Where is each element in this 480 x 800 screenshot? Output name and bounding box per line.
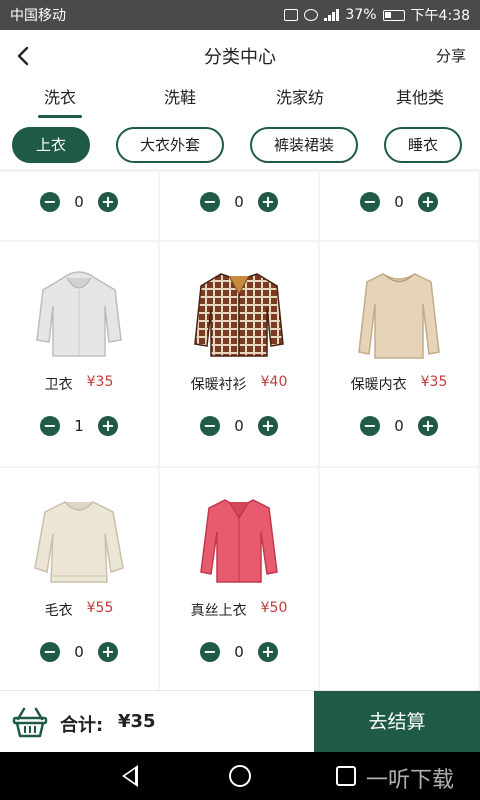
hoodie-image — [36, 271, 122, 357]
silk-blouse-image — [200, 499, 278, 583]
checkout-button[interactable]: 去结算 — [314, 691, 480, 753]
product-name: 保暖衬衫 — [190, 377, 247, 393]
quantity-value: 0 — [74, 643, 84, 661]
status-bar: 中国移动 37% 下午4:38 — [0, 0, 480, 30]
cart-bar: 合计: ¥35 去结算 — [0, 690, 480, 753]
product-name: 卫衣 — [44, 377, 73, 393]
quantity-stepper: − 0 + — [0, 640, 158, 664]
tab-wash-shoes[interactable]: 洗鞋 — [120, 82, 240, 120]
chevron-left-icon — [17, 46, 29, 66]
increase-button[interactable]: + — [258, 192, 278, 212]
page-title: 分类中心 — [204, 47, 276, 68]
tab-other[interactable]: 其他类 — [360, 82, 480, 120]
chip-pajamas[interactable]: 睡衣 — [384, 126, 463, 163]
product-name: 真丝上衣 — [190, 603, 247, 619]
nav-home-icon[interactable] — [229, 765, 251, 787]
quantity-stepper: − 0 + — [160, 414, 318, 438]
chip-coats[interactable]: 大衣外套 — [116, 126, 225, 163]
product-cell-partial: − 0 + — [320, 172, 478, 240]
product-info: 卫衣 ¥35 — [0, 374, 158, 394]
increase-button[interactable]: + — [418, 192, 438, 212]
basket-icon[interactable] — [12, 705, 48, 739]
increase-button[interactable]: + — [258, 642, 278, 662]
product-info: 真丝上衣 ¥50 — [160, 600, 318, 620]
product-card[interactable]: 保暖衬衫 ¥40 − 0 + — [160, 242, 318, 466]
chip-pants-skirts[interactable]: 裤装裙装 — [250, 126, 359, 163]
quantity-stepper: − 0 + — [320, 190, 478, 214]
quantity-value: 0 — [394, 193, 404, 211]
battery-icon — [382, 9, 405, 21]
thermal-top-image — [358, 273, 440, 359]
quantity-value: 0 — [74, 193, 84, 211]
vibrate-icon — [284, 9, 299, 21]
quantity-value: 0 — [234, 417, 244, 435]
plaid-shirt-image — [194, 273, 284, 357]
product-info: 保暖内衣 ¥35 — [320, 374, 478, 394]
product-grid: − 0 + − 0 + − 0 + 卫衣 ¥35 − 1 + 保暖衬衫 ¥40 … — [0, 172, 480, 690]
decrease-button[interactable]: − — [360, 416, 380, 436]
increase-button[interactable]: + — [98, 642, 118, 662]
nav-recents-icon[interactable] — [336, 766, 356, 786]
decrease-button[interactable]: − — [200, 416, 220, 436]
signal-icon — [324, 9, 340, 21]
decrease-button[interactable]: − — [360, 192, 380, 212]
battery-percent: 37% — [345, 7, 377, 23]
tab-wash-clothes[interactable]: 洗衣 — [0, 82, 120, 120]
quantity-value: 1 — [74, 417, 84, 435]
quantity-stepper: − 0 + — [160, 640, 318, 664]
increase-button[interactable]: + — [258, 416, 278, 436]
product-price: ¥40 — [260, 374, 288, 390]
product-info: 毛衣 ¥55 — [0, 600, 158, 620]
increase-button[interactable]: + — [98, 416, 118, 436]
increase-button[interactable]: + — [98, 192, 118, 212]
watermark: 一听下载 — [366, 768, 455, 793]
product-price: ¥35 — [86, 374, 114, 390]
system-nav-bar: 一听下载 — [0, 752, 480, 800]
clock: 下午4:38 — [410, 8, 470, 24]
increase-button[interactable]: + — [418, 416, 438, 436]
quantity-stepper: − 0 + — [160, 190, 318, 214]
product-name: 毛衣 — [44, 603, 73, 619]
decrease-button[interactable]: − — [40, 416, 60, 436]
carrier-label: 中国移动 — [10, 8, 66, 24]
subcategory-chips: 上衣 大衣外套 裤装裙装 睡衣 — [0, 120, 480, 170]
alarm-icon — [304, 9, 319, 21]
product-price: ¥50 — [260, 600, 288, 616]
back-button[interactable] — [10, 42, 38, 70]
product-info: 保暖衬衫 ¥40 — [160, 374, 318, 394]
decrease-button[interactable]: − — [40, 642, 60, 662]
quantity-value: 0 — [394, 417, 404, 435]
decrease-button[interactable]: − — [200, 642, 220, 662]
product-price: ¥55 — [86, 600, 114, 616]
product-cell-partial: − 0 + — [160, 172, 318, 240]
quantity-value: 0 — [234, 643, 244, 661]
product-cell-partial: − 0 + — [0, 172, 158, 240]
chip-tops[interactable]: 上衣 — [12, 126, 91, 163]
header: 分类中心 分享 — [0, 30, 480, 82]
total-value: ¥35 — [118, 711, 156, 732]
product-card[interactable]: 卫衣 ¥35 − 1 + — [0, 242, 158, 466]
decrease-button[interactable]: − — [40, 192, 60, 212]
product-card[interactable]: 真丝上衣 ¥50 − 0 + — [160, 468, 318, 690]
status-icons: 37% 下午4:38 — [284, 5, 470, 25]
product-card[interactable]: 保暖内衣 ¥35 − 0 + — [320, 242, 478, 466]
nav-back-icon[interactable] — [122, 765, 138, 787]
decrease-button[interactable]: − — [200, 192, 220, 212]
category-tabs: 洗衣 洗鞋 洗家纺 其他类 — [0, 82, 480, 120]
product-price: ¥35 — [420, 374, 448, 390]
product-card[interactable]: 毛衣 ¥55 − 0 + — [0, 468, 158, 690]
tab-wash-home-textiles[interactable]: 洗家纺 — [240, 82, 360, 120]
quantity-stepper: − 0 + — [0, 190, 158, 214]
total-label: 合计: — [60, 715, 104, 736]
quantity-stepper: − 1 + — [0, 414, 158, 438]
product-name: 保暖内衣 — [350, 377, 407, 393]
quantity-value: 0 — [234, 193, 244, 211]
quantity-stepper: − 0 + — [320, 414, 478, 438]
share-button[interactable]: 分享 — [436, 45, 466, 66]
empty-cell — [320, 468, 478, 690]
sweater-image — [34, 501, 124, 583]
